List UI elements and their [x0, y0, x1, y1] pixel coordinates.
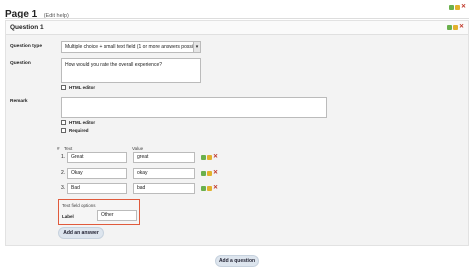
- remark-html-editor-row[interactable]: HTML editor: [61, 120, 95, 125]
- html-editor-label: HTML editor: [69, 85, 96, 90]
- question-textarea[interactable]: How would you rate the overall experienc…: [61, 58, 201, 83]
- delete-icon[interactable]: ✕: [461, 4, 466, 10]
- question-label: Question: [10, 61, 31, 66]
- option-row: 3. Bad bad ✕: [61, 183, 221, 194]
- option-actions: ✕: [201, 170, 218, 176]
- add-icon[interactable]: [201, 171, 206, 176]
- option-actions: ✕: [201, 154, 218, 160]
- remark-textarea[interactable]: [61, 97, 327, 118]
- delete-icon[interactable]: ✕: [213, 170, 218, 176]
- option-value-input[interactable]: bad: [133, 183, 195, 194]
- option-value: bad: [137, 185, 146, 191]
- option-number: 2.: [61, 170, 66, 176]
- question-type-label: Question type: [10, 44, 42, 49]
- edit-icon[interactable]: [207, 171, 212, 176]
- option-number: 3.: [61, 185, 66, 191]
- question-html-editor-row[interactable]: HTML editor: [61, 85, 95, 90]
- page-header: Page 1 (Edit help): [5, 4, 69, 20]
- question-actions: ✕: [447, 24, 464, 30]
- question-panel: Question 1 ✕ Question type Multiple choi…: [5, 20, 469, 246]
- text-field-label-value: Other: [101, 212, 114, 218]
- option-text: Bad: [71, 185, 80, 191]
- question-text: How would you rate the overall experienc…: [65, 62, 162, 68]
- option-text: Okay: [71, 170, 83, 176]
- remark-label: Remark: [10, 99, 28, 104]
- text-field-options: Text field options Label Other: [58, 199, 140, 225]
- options-value-header: Value: [132, 146, 144, 151]
- chevron-down-icon[interactable]: ▾: [193, 42, 200, 52]
- question-type-value: Multiple choice + small text field (1 or…: [65, 44, 193, 50]
- add-icon[interactable]: [201, 155, 206, 160]
- html-editor-label: HTML editor: [69, 120, 96, 125]
- option-actions: ✕: [201, 185, 218, 191]
- text-field-label: Label: [62, 214, 74, 219]
- option-number: 1.: [61, 154, 66, 160]
- option-text: Great: [71, 154, 84, 160]
- required-checkbox[interactable]: [61, 128, 66, 133]
- delete-icon[interactable]: ✕: [213, 185, 218, 191]
- option-value-input[interactable]: great: [133, 152, 195, 163]
- edit-icon[interactable]: [207, 155, 212, 160]
- edit-icon[interactable]: [453, 25, 458, 30]
- text-field-options-title: Text field options: [62, 203, 96, 208]
- question-header: Question 1 ✕: [6, 21, 468, 35]
- edit-icon[interactable]: [207, 186, 212, 191]
- html-editor-checkbox[interactable]: [61, 120, 66, 125]
- question-title: Question 1: [10, 24, 44, 31]
- option-row: 2. Okay okay ✕: [61, 168, 221, 179]
- question-type-select[interactable]: Multiple choice + small text field (1 or…: [61, 41, 201, 53]
- option-text-input[interactable]: Bad: [67, 183, 127, 194]
- options-text-header: Text: [64, 146, 73, 151]
- add-icon[interactable]: [449, 5, 454, 10]
- option-value: great: [137, 154, 149, 160]
- header-divider: [5, 18, 469, 19]
- add-icon[interactable]: [447, 25, 452, 30]
- text-field-label-input[interactable]: Other: [97, 210, 137, 221]
- option-value: okay: [137, 170, 148, 176]
- delete-icon[interactable]: ✕: [213, 154, 218, 160]
- option-text-input[interactable]: Okay: [67, 168, 127, 179]
- option-row: 1. Great great ✕: [61, 152, 221, 163]
- page-actions: ✕: [449, 4, 466, 10]
- delete-icon[interactable]: ✕: [459, 24, 464, 30]
- add-answer-button[interactable]: Add an answer: [58, 227, 104, 239]
- html-editor-checkbox[interactable]: [61, 85, 66, 90]
- add-icon[interactable]: [201, 186, 206, 191]
- edit-icon[interactable]: [455, 5, 460, 10]
- required-row[interactable]: Required: [61, 128, 89, 133]
- option-value-input[interactable]: okay: [133, 168, 195, 179]
- add-question-button[interactable]: Add a question: [215, 255, 259, 267]
- required-label: Required: [69, 128, 89, 133]
- options-number-header: #: [57, 146, 60, 151]
- option-text-input[interactable]: Great: [67, 152, 127, 163]
